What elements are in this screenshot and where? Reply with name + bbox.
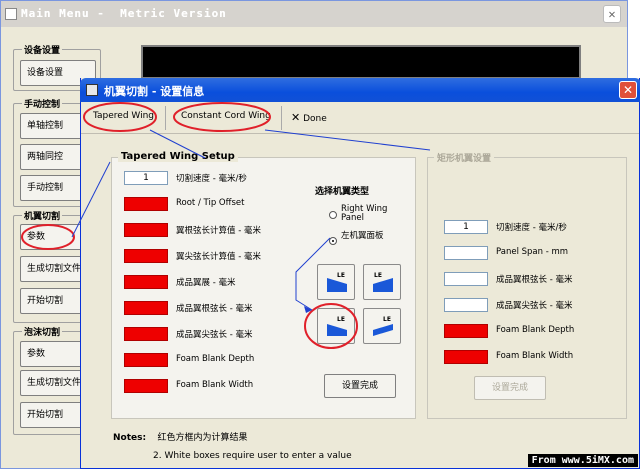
cut-speed-input[interactable]: 1 (124, 171, 168, 185)
wing-shape-button-2[interactable]: LE (363, 264, 401, 300)
root-chord-output (124, 301, 168, 315)
main-close-button[interactable]: ✕ (603, 5, 621, 23)
foam-blank-width-output (124, 379, 168, 393)
field-label: Root / Tip Offset (176, 198, 245, 208)
notes-label: Notes: (113, 433, 147, 443)
field-label: 翼尖弦长计算值 - 毫米 (176, 252, 261, 262)
wing-span-output (124, 275, 168, 289)
foam-blank-depth-output (124, 353, 168, 367)
dialog-close-button[interactable]: ✕ (619, 81, 637, 99)
field-label: Foam Blank Depth (176, 354, 255, 364)
field-label: 切割速度 - 毫米/秒 (496, 223, 567, 233)
wing-shape-button-3[interactable]: LE (317, 308, 355, 344)
le-label: LE (337, 272, 345, 279)
toolbar-separator (165, 106, 166, 130)
group-title: 机翼切割 (22, 209, 63, 222)
field-label: 切割速度 - 毫米/秒 (176, 174, 247, 184)
group-title: 泡沫切割 (22, 325, 63, 338)
le-label: LE (337, 316, 345, 323)
note-line-2: 2. White boxes require user to enter a v… (153, 451, 352, 461)
field-label: 成品翼尖弦长 - 毫米 (176, 330, 253, 340)
tapered-wing-shape-icon: LE (373, 272, 393, 292)
panel-span-input[interactable] (444, 246, 488, 260)
field-label: 成品翼尖弦长 - 毫米 (496, 301, 573, 311)
group-title: 手动控制 (22, 97, 63, 110)
foam-blank-width-output (444, 350, 488, 364)
done-label: Done (303, 114, 327, 124)
radio-right-wing-label: Right Wing Panel (341, 204, 388, 223)
tab-constant-cord-wing[interactable]: Constant Cord Wing (181, 111, 271, 121)
panel-title: Tapered Wing Setup (118, 151, 238, 162)
radio-left-wing-label: 左机翼面板 (341, 231, 384, 241)
wing-shape-button-4[interactable]: LE (363, 308, 401, 344)
note-line-1: 红色方框内为计算结果 (157, 433, 248, 443)
tapered-wing-shape-icon: LE (327, 316, 347, 336)
cut-speed-input[interactable]: 1 (444, 220, 488, 234)
setup-complete-button[interactable]: 设置完成 (324, 374, 396, 398)
toolbar-separator (281, 106, 282, 130)
toolbar-done-button[interactable]: ✕ Done (291, 111, 327, 124)
main-title-bar[interactable]: Main Menu - Metric Version ✕ (1, 1, 627, 27)
wing-setup-dialog: 机翼切割 - 设置信息 ✕ Tapered Wing Constant Cord… (80, 78, 640, 469)
tapered-wing-setup-panel: Tapered Wing Setup 1 切割速度 - 毫米/秒 Root / … (111, 151, 416, 419)
setup-complete-button-disabled: 设置完成 (474, 376, 546, 400)
field-label: Foam Blank Depth (496, 325, 575, 335)
constant-cord-setup-panel: 矩形机翼设置 1 切割速度 - 毫米/秒 Panel Span - mm 成品翼… (427, 151, 627, 419)
wing-type-title: 选择机翼类型 (315, 187, 370, 197)
dialog-title: 机翼切割 - 设置信息 (104, 85, 205, 98)
field-label: Foam Blank Width (496, 351, 574, 361)
root-tip-offset-output (124, 197, 168, 211)
panel-title: 矩形机翼设置 (434, 151, 495, 164)
dialog-app-icon (86, 84, 98, 96)
root-chord-input[interactable] (444, 272, 488, 286)
radio-left-wing[interactable] (329, 237, 337, 245)
field-label: 翼根弦长计算值 - 毫米 (176, 226, 261, 236)
foam-blank-depth-output (444, 324, 488, 338)
tip-chord-calc-output (124, 249, 168, 263)
field-label: 成品翼根弦长 - 毫米 (496, 275, 573, 285)
radio-right-wing[interactable] (329, 211, 337, 219)
tip-chord-input[interactable] (444, 298, 488, 312)
wing-shape-button-1[interactable]: LE (317, 264, 355, 300)
field-label: 成品翼根弦长 - 毫米 (176, 304, 253, 314)
main-window-title: Main Menu - Metric Version (21, 7, 227, 20)
tab-tapered-wing[interactable]: Tapered Wing (93, 111, 154, 121)
le-label: LE (383, 316, 391, 323)
le-label: LE (374, 272, 382, 279)
watermark: From www.5iMX.com (527, 454, 638, 467)
field-label: Panel Span - mm (496, 247, 569, 257)
app-icon (5, 8, 17, 20)
display-area (141, 45, 581, 79)
tapered-wing-shape-icon: LE (373, 316, 393, 336)
notes: Notes: 红色方框内为计算结果 2. White boxes require… (113, 430, 352, 461)
tip-chord-output (124, 327, 168, 341)
dialog-toolbar: Tapered Wing Constant Cord Wing ✕ Done (81, 102, 639, 134)
group-title: 设备设置 (22, 43, 63, 56)
root-chord-calc-output (124, 223, 168, 237)
field-label: Foam Blank Width (176, 380, 254, 390)
close-x-icon: ✕ (291, 111, 301, 124)
field-label: 成品翼展 - 毫米 (176, 278, 236, 288)
dialog-title-bar[interactable]: 机翼切割 - 设置信息 ✕ (80, 78, 640, 102)
tapered-wing-shape-icon: LE (327, 272, 347, 292)
